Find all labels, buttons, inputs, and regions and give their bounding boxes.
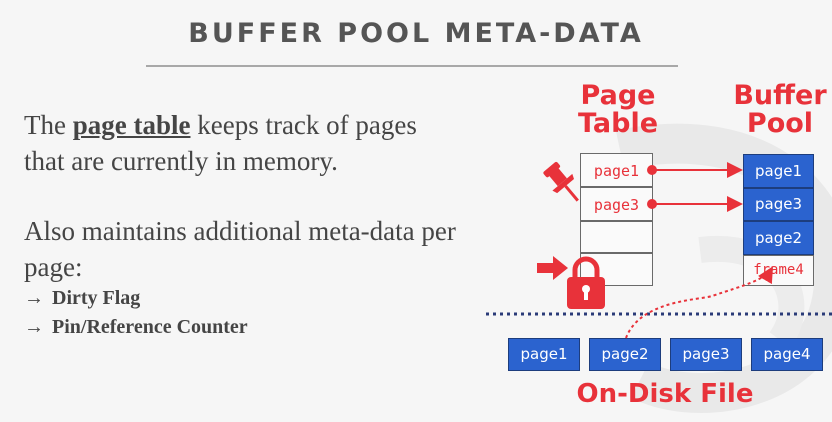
load-page-arrow (625, 266, 774, 339)
pointer-arrow-icon (537, 256, 568, 280)
pushpin-icon (543, 161, 579, 202)
diagram-connectors (486, 162, 832, 339)
padlock-icon (567, 256, 605, 309)
